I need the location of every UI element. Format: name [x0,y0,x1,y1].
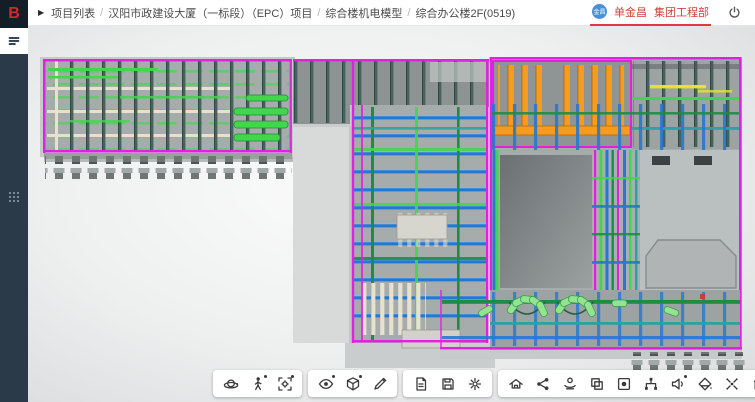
walk-button[interactable] [245,372,270,395]
model-left-wing [40,57,295,179]
breadcrumb: ▶ 项目列表 / 汉阳市政建设大厦（一标段）（EPC）项目 / 综合楼机电模型 … [28,5,515,21]
dropdown-dot [359,375,362,378]
app-window: ▶ 项目列表 / 汉阳市政建设大厦（一标段）（EPC）项目 / 综合楼机电模型 … [0,0,755,402]
breadcrumb-project-name[interactable]: 汉阳市政建设大厦（一标段）（EPC）项目 [108,5,312,21]
reset-view-icon [751,376,755,392]
breadcrumb-model-name[interactable]: 综合办公楼2F(0519) [415,5,515,21]
orbit-icon [223,376,239,392]
logout-power-button[interactable] [721,0,747,26]
sidebar-item-apps[interactable] [0,184,28,210]
copy-overlay-icon [589,376,605,392]
speaker-annotate-icon [670,376,686,392]
breadcrumb-separator: / [100,7,103,19]
dropdown-dot [264,375,267,378]
box-3d-button[interactable] [340,372,365,395]
dropdown-dot [684,375,687,378]
copy-overlay-button[interactable] [584,372,609,395]
scatter-explode-button[interactable] [719,372,744,395]
breadcrumb-separator: / [407,7,410,19]
save-button[interactable] [435,372,460,395]
walk-icon [250,376,266,392]
bottom-toolbar [213,370,755,397]
viewport-area [28,26,755,402]
user-block: 金昌 单金昌 集团工程部 [590,0,711,26]
target-focus-icon [616,376,632,392]
breadcrumb-model-group[interactable]: 综合楼机电模型 [325,5,402,21]
apps-grid-icon [8,191,20,203]
structure-nodes-button[interactable] [638,372,663,395]
breadcrumb-separator: / [317,7,320,19]
app-logo[interactable]: B [0,0,28,28]
paint-fill-button[interactable] [692,372,717,395]
roof-display-button[interactable] [503,372,528,395]
breadcrumb-project-list[interactable]: 项目列表 [51,5,95,21]
settings-gear-button[interactable] [462,372,487,395]
save-icon [440,376,456,392]
box-3d-icon [345,376,361,392]
reset-view-button[interactable] [746,372,755,395]
paint-fill-icon [697,376,713,392]
roof-display-icon [508,376,524,392]
select-settings-button[interactable] [272,372,297,395]
sidebar-item-model-list[interactable] [0,28,28,54]
dropdown-dot [291,375,294,378]
view-eye-button[interactable] [313,372,338,395]
hand-material-icon [562,376,578,392]
top-bar: ▶ 项目列表 / 汉阳市政建设大厦（一标段）（EPC）项目 / 综合楼机电模型 … [28,0,755,26]
toolbar-group [498,370,755,397]
hand-material-button[interactable] [557,372,582,395]
structure-nodes-icon [643,376,659,392]
model-list-icon [8,35,20,47]
measure-pencil-button[interactable] [367,372,392,395]
select-settings-icon [277,376,293,392]
sidebar: B [0,0,28,402]
topbar-right: 金昌 单金昌 集团工程部 [590,0,755,26]
toolbar-group [403,370,492,397]
power-icon [727,5,742,20]
breadcrumb-caret-icon: ▶ [38,8,44,17]
orbit-button[interactable] [218,372,243,395]
model-viewport[interactable] [28,26,755,402]
avatar[interactable]: 金昌 [592,4,607,19]
toolbar-group [308,370,397,397]
user-name[interactable]: 单金昌 [614,4,647,20]
measure-pencil-icon [372,376,388,392]
speaker-annotate-button[interactable] [665,372,690,395]
user-department[interactable]: 集团工程部 [654,4,709,20]
view-eye-icon [318,376,334,392]
share-icon [535,376,551,392]
file-report-button[interactable] [408,372,433,395]
share-button[interactable] [530,372,555,395]
file-report-icon [413,376,429,392]
scatter-explode-icon [724,376,740,392]
toolbar-group [213,370,302,397]
target-focus-button[interactable] [611,372,636,395]
settings-gear-icon [467,376,483,392]
dropdown-dot [332,375,335,378]
